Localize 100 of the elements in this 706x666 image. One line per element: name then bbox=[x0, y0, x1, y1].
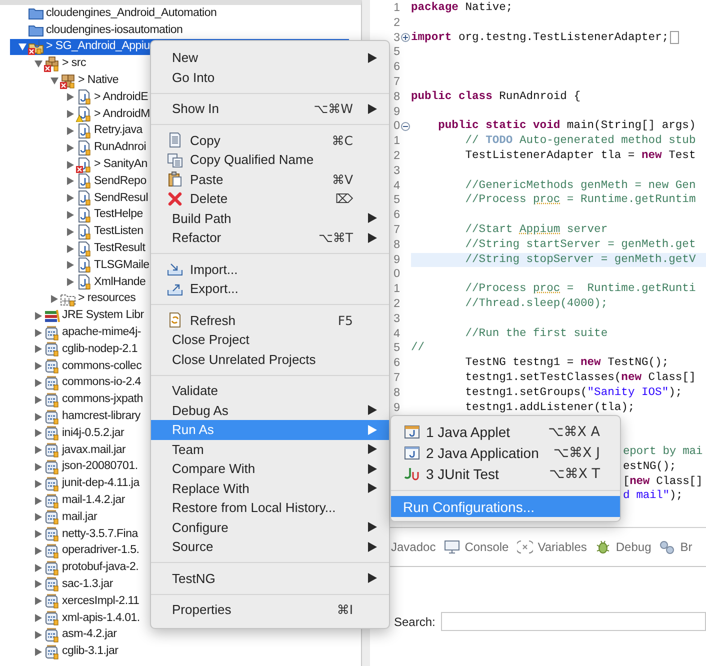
tree-label: ini4j-0.5.2.jar bbox=[62, 426, 124, 441]
tree-label: cloudengines-iosautomation bbox=[46, 22, 183, 38]
shortcut-label: ⌦ bbox=[334, 191, 353, 206]
code-line: estNG(); bbox=[623, 460, 676, 474]
code-line: testng1.setTestClasses(new Class[] bbox=[464, 370, 696, 386]
tree-label: TestHelpe bbox=[94, 207, 143, 222]
shortcut-label: ⌘I bbox=[336, 602, 353, 618]
tree-label: sac-1.3.jar bbox=[62, 576, 113, 592]
tree-label: SendResul bbox=[94, 190, 148, 206]
tree-label: netty-3.5.7.Fina bbox=[62, 526, 138, 542]
tree-label: > Native bbox=[78, 73, 119, 88]
code-line: //Process proc = Runtime.getRuntim bbox=[464, 193, 696, 208]
code-line: //Run the first suite bbox=[464, 326, 608, 342]
tree-label: RunAdnroi bbox=[94, 140, 146, 156]
line-number: 9 bbox=[394, 400, 400, 416]
code-line: // TODO Auto-generated method stub bbox=[464, 134, 696, 149]
code-line: // bbox=[411, 341, 425, 356]
line-number: 5 bbox=[394, 45, 400, 60]
line-number: 7 bbox=[394, 74, 400, 90]
tree-label: junit-dep-4.11.ja bbox=[62, 476, 140, 492]
line-number: 5 bbox=[394, 193, 400, 208]
shortcut-label: ⌥⌘X A bbox=[547, 424, 601, 440]
tree-label: mail-1.4.2.jar bbox=[62, 493, 125, 508]
code-line: testng1.setGroups("Sanity IOS"); bbox=[464, 386, 682, 401]
line-number: 6 bbox=[394, 60, 400, 75]
tree-label: json-20080701. bbox=[62, 459, 138, 474]
line-number: 7 bbox=[394, 222, 400, 238]
shortcut-label: ⌥⌘W bbox=[312, 101, 353, 116]
tree-label: apache-mime4j- bbox=[62, 325, 141, 340]
tree-label: JRE System Libr bbox=[62, 308, 144, 324]
tree-label: xercesImpl-2.11 bbox=[62, 594, 140, 609]
tree-label: mail.jar bbox=[62, 510, 98, 525]
tree-label: > SanityAn bbox=[94, 157, 148, 172]
tree-label: > AndroidM bbox=[94, 106, 150, 122]
line-number: 6 bbox=[394, 356, 400, 371]
line-number: 0 bbox=[394, 267, 400, 282]
code-line: //GenericMethods genMeth = new Gen bbox=[464, 178, 696, 194]
shortcut-label: ⌥⌘X J bbox=[552, 444, 601, 460]
line-number: 3 bbox=[394, 30, 400, 46]
tree-label: commons-collec bbox=[62, 358, 142, 374]
line-number: 2 bbox=[394, 16, 400, 31]
tree-label: commons-io-2.4 bbox=[62, 375, 141, 390]
tree-label: > AndroidE bbox=[94, 90, 148, 105]
tree-label: > SG_Android_Appiu bbox=[46, 39, 150, 54]
line-number: 4 bbox=[394, 178, 400, 194]
line-number: 2 bbox=[394, 148, 400, 164]
line-number: 0 bbox=[394, 119, 400, 134]
line-number: 3 bbox=[394, 312, 400, 327]
search-label: Search: bbox=[394, 614, 436, 628]
tree-label: XmlHande bbox=[94, 274, 146, 290]
tree-label: javax.mail.jar bbox=[62, 442, 126, 458]
line-number: 9 bbox=[394, 252, 400, 268]
code-line: [new Class[] bbox=[623, 474, 703, 490]
tree-label: hamcrest-library bbox=[62, 409, 140, 424]
line-number: 8 bbox=[394, 238, 400, 253]
code-line: //Process proc = Runtime.getRunti bbox=[464, 282, 696, 297]
shortcut-label: ⌥⌘X T bbox=[548, 466, 601, 482]
code-line: public static void main(String[] args) bbox=[437, 119, 696, 134]
tree-label: protobuf-java-2. bbox=[62, 560, 139, 576]
shortcut-label: ⌘V bbox=[330, 172, 353, 187]
code-line: //Thread.sleep(4000); bbox=[464, 296, 608, 312]
code-line: import org.testng.TestListenerAdapter; bbox=[411, 30, 669, 46]
tree-label: cloudengines_Android_Automation bbox=[46, 6, 217, 21]
code-line: public class RunAdnroid { bbox=[411, 90, 580, 105]
line-number: 6 bbox=[394, 208, 400, 223]
shortcut-label: ⌘C bbox=[330, 132, 353, 148]
code-line: TestNG testng1 = new TestNG(); bbox=[464, 356, 669, 371]
tree-label: > resources bbox=[78, 291, 136, 306]
code-line: package Native; bbox=[411, 1, 513, 16]
tree-label: TLSGMaile bbox=[94, 258, 150, 273]
shortcut-label: ⌥⌘T bbox=[317, 230, 353, 246]
tree-label: > src bbox=[62, 56, 86, 72]
tree-label: TestResult bbox=[94, 241, 146, 256]
line-number: 3 bbox=[394, 164, 400, 179]
code-line: //Start Appium server bbox=[464, 222, 608, 238]
tree-label: commons-jxpath bbox=[62, 392, 143, 408]
code-line: //String stopServer = genMeth.getV bbox=[464, 252, 696, 268]
shortcut-label: F5 bbox=[336, 312, 353, 328]
code-line: TestListenerAdapter tla = new Test bbox=[464, 148, 696, 164]
line-number: 8 bbox=[394, 90, 400, 105]
tree-label: cglib-3.1.jar bbox=[62, 644, 118, 660]
line-number: 2 bbox=[394, 296, 400, 312]
tree-label: asm-4.2.jar bbox=[62, 627, 117, 642]
code-line: d mail"); bbox=[623, 489, 683, 504]
line-number: 7 bbox=[394, 370, 400, 386]
tree-label: xml-apis-1.4.01. bbox=[62, 610, 140, 626]
line-number: 9 bbox=[394, 104, 400, 120]
code-line: //String startServer = genMeth.get bbox=[464, 238, 696, 253]
tree-label: cglib-nodep-2.1 bbox=[62, 342, 138, 357]
tree-label: Retry.java bbox=[94, 123, 142, 138]
line-number: 4 bbox=[394, 326, 400, 342]
code-line: testng1.addListener(tla); bbox=[464, 400, 635, 416]
line-number: 1 bbox=[394, 1, 400, 16]
line-number: 1 bbox=[394, 134, 400, 149]
tree-label: SendRepo bbox=[94, 174, 146, 189]
line-number: 1 bbox=[394, 282, 400, 297]
tree-label: operadriver-1.5. bbox=[62, 543, 140, 558]
line-number: 5 bbox=[394, 341, 400, 356]
tree-label: TestListen bbox=[94, 224, 144, 240]
code-line: eport by mai bbox=[623, 444, 703, 460]
